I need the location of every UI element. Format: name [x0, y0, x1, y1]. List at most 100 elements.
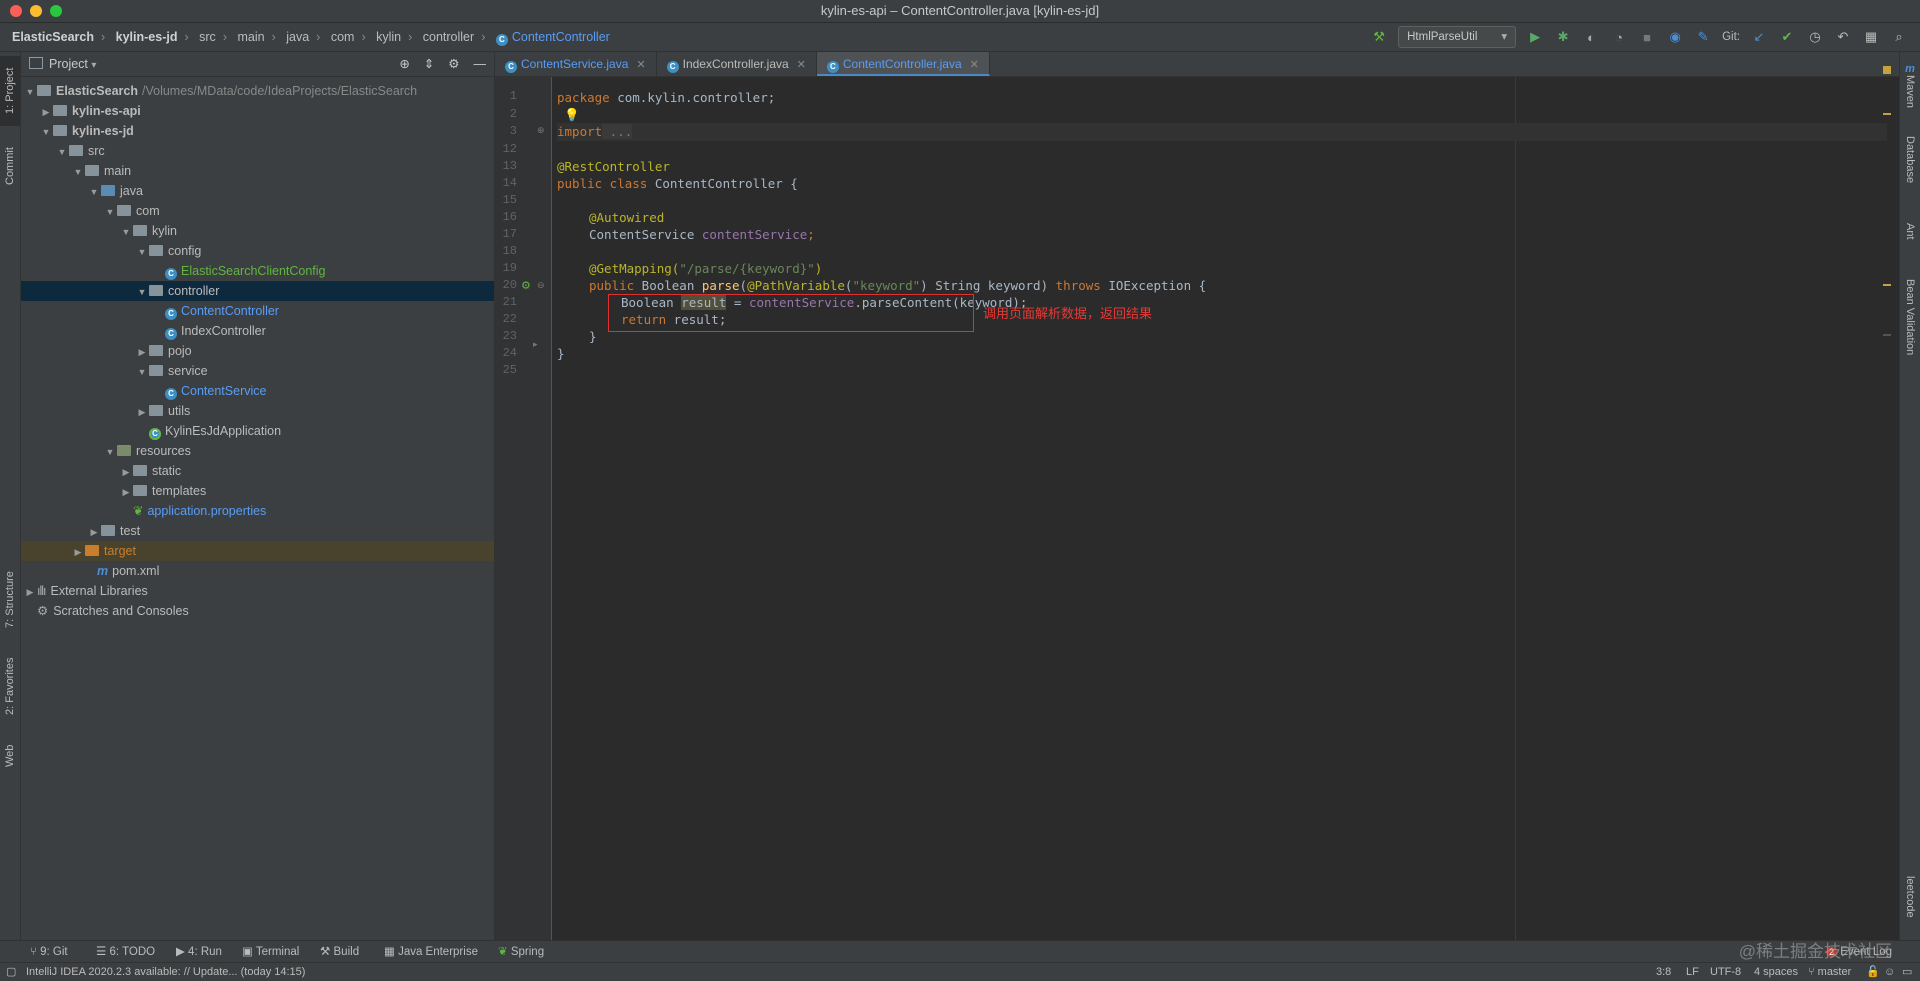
close-window-button[interactable]	[10, 5, 22, 17]
web-tool-tab[interactable]: Web	[0, 736, 20, 776]
expanded-arrow-icon[interactable]: ▼	[71, 162, 85, 182]
line-separator[interactable]: LF	[1686, 963, 1699, 981]
memory-indicator-icon[interactable]: ▭	[1902, 963, 1912, 981]
expanded-arrow-icon[interactable]: ▼	[103, 442, 117, 462]
chevron-down-icon[interactable]: ▾	[91, 60, 96, 71]
tree-item[interactable]: C ContentService	[21, 381, 494, 401]
rollback-icon[interactable]: ↶	[1834, 28, 1852, 46]
build-tool-button[interactable]: ⚒ Build	[320, 941, 359, 963]
breadcrumb-item[interactable]: com	[331, 30, 355, 44]
fold-icon[interactable]: ⊖	[537, 280, 545, 291]
minimize-window-button[interactable]	[30, 5, 42, 17]
java-enterprise-tool-button[interactable]: ▦ Java Enterprise	[384, 941, 478, 963]
lock-icon[interactable]: 🔓	[1866, 963, 1880, 981]
terminal-tool-button[interactable]: ▣ Terminal	[242, 941, 299, 963]
collapsed-arrow-icon[interactable]: ▶	[135, 402, 149, 422]
collapsed-arrow-icon[interactable]: ▶	[23, 582, 37, 602]
lightbulb-icon[interactable]: 💡	[557, 107, 580, 122]
tree-item[interactable]: ▶ target	[21, 541, 494, 561]
tree-item[interactable]: ▼ main	[21, 161, 494, 181]
tree-item[interactable]: C KylinEsJdApplication	[21, 421, 494, 441]
safari-icon[interactable]: ◉	[1666, 28, 1684, 46]
expanded-arrow-icon[interactable]: ▼	[135, 242, 149, 262]
fold-icon[interactable]: ⊕	[537, 125, 545, 136]
status-toggle-icon[interactable]: ▢	[6, 963, 16, 981]
hide-panel-icon[interactable]: —	[474, 52, 487, 76]
search-everywhere-icon[interactable]: ⌕	[1890, 28, 1908, 46]
fold-icon[interactable]: ▸	[533, 339, 538, 350]
tab-content-controller[interactable]: C ContentController.java ✕	[816, 52, 990, 76]
debug-icon[interactable]: ✱	[1554, 28, 1572, 46]
bean-validation-tool-tab[interactable]: Bean Validation	[1900, 262, 1920, 372]
tree-item[interactable]: C ElasticSearchClientConfig	[21, 261, 494, 281]
breadcrumb-item[interactable]: java	[286, 30, 309, 44]
expanded-arrow-icon[interactable]: ▼	[103, 202, 117, 222]
tree-item[interactable]: ⚙ Scratches and Consoles	[21, 601, 494, 621]
database-tool-tab[interactable]: Database	[1900, 120, 1920, 200]
tree-item[interactable]: ▶ kylin-es-api	[21, 101, 494, 121]
expanded-arrow-icon[interactable]: ▼	[55, 142, 69, 162]
tree-item[interactable]: ▼ kylin-es-jd	[21, 121, 494, 141]
line-number-gutter[interactable]: 1 2 3 12 13 14 15 16 17 18 19 20 21 22 2…	[495, 77, 552, 940]
maximize-window-button[interactable]	[50, 5, 62, 17]
locate-file-icon[interactable]: ⊕	[399, 52, 409, 76]
tree-item[interactable]: ▼ service	[21, 361, 494, 381]
expanded-arrow-icon[interactable]: ▼	[23, 82, 37, 102]
profile-icon[interactable]: ◔	[1610, 28, 1628, 46]
tree-item[interactable]: ▶ ıllı External Libraries	[21, 581, 494, 601]
close-tab-icon[interactable]: ✕	[970, 59, 979, 71]
tree-item[interactable]: ▼ java	[21, 181, 494, 201]
git-tool-button[interactable]: ⑂ 9: Git	[30, 941, 68, 963]
tree-item[interactable]: ▶ pojo	[21, 341, 494, 361]
tree-item[interactable]: m pom.xml	[21, 561, 494, 581]
collapsed-arrow-icon[interactable]: ▶	[135, 342, 149, 362]
inspection-status-icon[interactable]	[1883, 66, 1891, 74]
run-tool-button[interactable]: ▶ 4: Run	[176, 941, 222, 963]
settings-gear-icon[interactable]: ⚙	[448, 52, 459, 76]
jrebel-icon[interactable]: ✎	[1694, 28, 1712, 46]
tree-item[interactable]: ▼ resources	[21, 441, 494, 461]
structure-tool-tab[interactable]: 7: Structure	[0, 562, 20, 637]
tree-item[interactable]: ▶ test	[21, 521, 494, 541]
collapsed-arrow-icon[interactable]: ▶	[119, 482, 133, 502]
maven-tool-tab[interactable]: m Maven	[1900, 56, 1920, 116]
commit-tool-tab[interactable]: Commit	[0, 136, 20, 196]
coverage-icon[interactable]: ◐	[1582, 28, 1600, 46]
project-tool-tab[interactable]: 1: Project	[0, 56, 20, 126]
run-icon[interactable]: ▶	[1526, 28, 1544, 46]
close-tab-icon[interactable]: ✕	[797, 59, 806, 71]
folded-imports[interactable]: ...	[602, 124, 633, 139]
leetcode-tool-tab[interactable]: leetcode	[1900, 862, 1920, 932]
tree-item[interactable]: ▶ templates	[21, 481, 494, 501]
caret-position[interactable]: 3:8	[1656, 963, 1671, 981]
collapse-all-icon[interactable]: ⇕	[424, 52, 434, 76]
tree-item[interactable]: ▼ com	[21, 201, 494, 221]
todo-tool-button[interactable]: ☰ 6: TODO	[96, 941, 155, 963]
indent-setting[interactable]: 4 spaces	[1754, 963, 1798, 981]
breadcrumb-item[interactable]: ElasticSearch	[12, 30, 94, 44]
build-hammer-icon[interactable]: ⚒	[1370, 28, 1388, 46]
git-update-icon[interactable]: ↙	[1750, 28, 1768, 46]
collapsed-arrow-icon[interactable]: ▶	[71, 542, 85, 562]
breadcrumb-item[interactable]: main	[237, 30, 264, 44]
breadcrumb-item[interactable]: ContentController	[512, 30, 610, 44]
spring-bean-gutter-icon[interactable]: ⚙	[521, 279, 531, 292]
tree-item[interactable]: ▼ ElasticSearch/Volumes/MData/code/IdeaPr…	[21, 81, 494, 101]
stop-icon[interactable]: ■	[1638, 28, 1656, 46]
close-tab-icon[interactable]: ✕	[636, 59, 645, 71]
git-branch-widget[interactable]: ⑂ master	[1808, 963, 1851, 981]
tree-item[interactable]: ▼ src	[21, 141, 494, 161]
git-commit-icon[interactable]: ✔	[1778, 28, 1796, 46]
breadcrumb-item[interactable]: kylin-es-jd	[116, 30, 178, 44]
tree-item[interactable]: ❦ application.properties	[21, 501, 494, 521]
ant-tool-tab[interactable]: Ant	[1900, 206, 1920, 256]
history-icon[interactable]: ◷	[1806, 28, 1824, 46]
expanded-arrow-icon[interactable]: ▼	[135, 282, 149, 302]
favorites-tool-tab[interactable]: 2: Favorites	[0, 644, 20, 729]
project-panel-title[interactable]: Project	[49, 57, 88, 71]
status-message[interactable]: IntelliJ IDEA 2020.2.3 available: // Upd…	[26, 963, 305, 981]
file-encoding[interactable]: UTF-8	[1710, 963, 1741, 981]
tree-item[interactable]: C ContentController	[21, 301, 494, 321]
tree-item[interactable]: ▼ kylin	[21, 221, 494, 241]
run-configuration-select[interactable]: HtmlParseUtil ▾	[1398, 26, 1517, 48]
